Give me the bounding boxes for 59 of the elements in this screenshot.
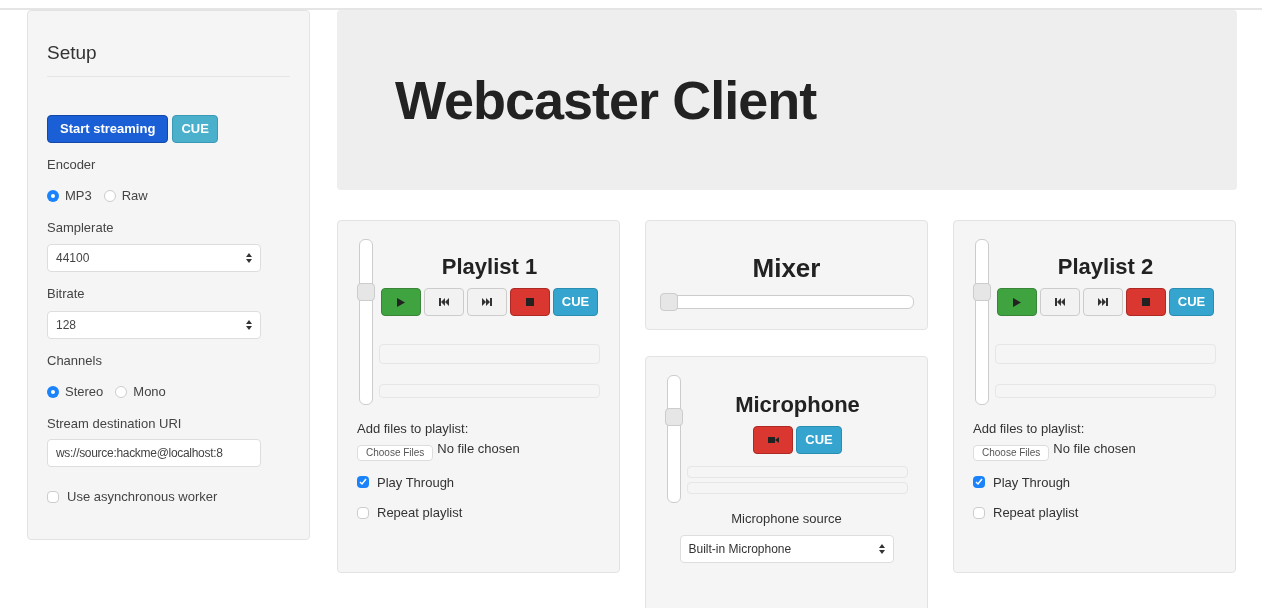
microphone-source-select[interactable]: Built-in Microphone [679,534,894,563]
record-button[interactable] [753,426,794,454]
field-label: Bitrate [47,285,86,303]
panel-title: Playlist 1 [441,256,538,278]
previous-button[interactable] [423,288,464,316]
checkbox-option[interactable]: Use asynchronous worker [47,487,290,507]
radio-option[interactable]: Mono [115,382,166,402]
skip-forward-icon [1097,298,1108,306]
play-button[interactable] [380,288,421,316]
radio-option[interactable]: MP3 [47,186,92,206]
checkbox-option[interactable]: Repeat playlist [357,503,600,523]
field-label: Add files to playlist: [357,420,470,438]
play-button[interactable] [996,288,1037,316]
radio-option[interactable]: Stereo [47,382,104,402]
mixer-slider[interactable] [659,293,914,311]
checkbox-option[interactable]: Repeat playlist [973,503,1216,523]
setup-title: Setup [47,39,290,77]
play-icon [396,297,405,307]
play-icon [1012,297,1021,307]
field-label: Add files to playlist: [973,420,1086,438]
checkmark-icon [359,478,367,487]
field-label: Microphone source [730,510,843,528]
bitrate-select[interactable]: 128 [47,310,261,339]
stop-button[interactable] [509,288,550,316]
stop-icon [1141,298,1150,306]
samplerate-select[interactable]: 44100 [47,244,261,272]
file-status: No file chosen [1053,439,1136,458]
next-button[interactable] [1082,288,1123,316]
skip-forward-icon [481,298,492,306]
stop-icon [525,298,534,306]
skip-back-icon [438,298,449,306]
field-label: Channels [47,351,103,370]
checkbox-option[interactable]: Play Through [357,472,600,492]
panel-title: Playlist 2 [1057,256,1154,278]
panel-title: Mixer [752,255,821,281]
select-arrows-icon [246,253,252,263]
choose-files-button[interactable]: Choose Files [357,444,434,461]
select-arrows-icon [878,543,885,554]
skip-back-icon [1054,298,1065,306]
checkbox-option[interactable]: Play Through [973,472,1216,492]
choose-files-button[interactable]: Choose Files [973,444,1050,461]
volume-slider[interactable] [665,375,683,503]
start-streaming-button[interactable]: Start streaming [47,114,169,143]
field-label: Samplerate [47,218,115,237]
checkmark-icon [975,478,983,487]
volume-slider[interactable] [973,239,991,405]
field-label: Encoder [47,155,97,174]
panel-title: Microphone [735,394,860,416]
page-title: Webcaster Client [395,68,817,132]
uri-input[interactable]: ws://source:hackme@localhost:8 [47,439,261,467]
select-arrows-icon [246,319,252,330]
next-button[interactable] [466,288,507,316]
radio-option[interactable]: Raw [103,186,148,206]
file-status: No file chosen [437,439,520,458]
volume-slider[interactable] [357,239,375,405]
video-camera-icon [767,436,779,444]
stop-button[interactable] [1125,288,1166,316]
field-label: Stream destination URI [47,414,183,433]
previous-button[interactable] [1039,288,1080,316]
